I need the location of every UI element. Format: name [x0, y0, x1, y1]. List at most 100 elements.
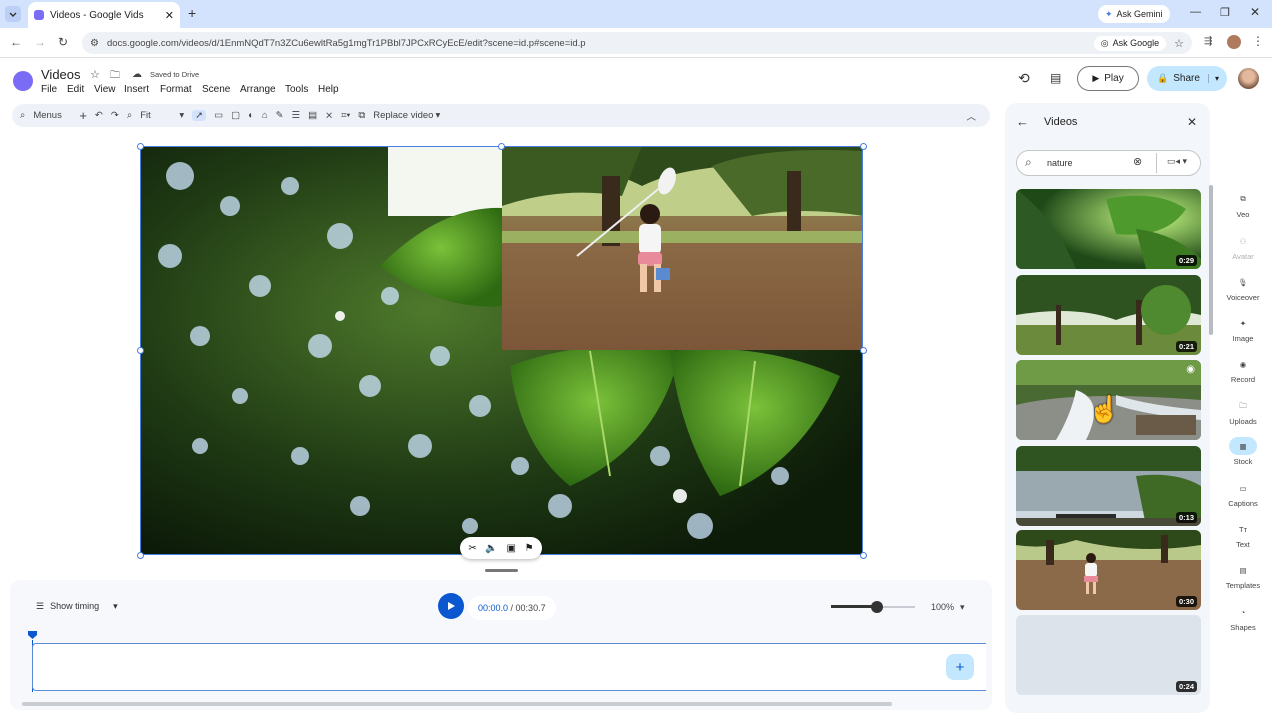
back-arrow-icon[interactable]: ← [1016, 114, 1029, 129]
search-menus-label[interactable]: Menus [33, 110, 71, 121]
close-window-icon[interactable]: ✕ [1250, 5, 1260, 19]
forward-icon[interactable]: → [34, 35, 46, 49]
comments-icon[interactable]: ▤ [1050, 71, 1061, 85]
rail-templates[interactable]: ▤ Templates [1218, 561, 1268, 591]
rail-record[interactable]: ◉ Record [1218, 355, 1268, 385]
zoom-percent-select[interactable]: 100% ▾ [931, 602, 965, 613]
trim-icon[interactable]: ✂ [468, 543, 476, 554]
menu-format[interactable]: Format [160, 84, 192, 95]
preview-eye-icon[interactable]: ◉ [1186, 364, 1195, 375]
rail-captions[interactable]: ▭ Captions [1218, 479, 1268, 509]
video-filter-icon[interactable]: ▭◂ ▾ [1167, 156, 1187, 167]
resize-handle-bl[interactable] [137, 552, 144, 559]
browser-menu-icon[interactable]: ⋮ [1252, 34, 1264, 48]
clear-format-icon[interactable]: ⨯ [325, 110, 333, 121]
site-info-icon[interactable]: ⚙ [90, 38, 99, 49]
profile-avatar[interactable] [1227, 35, 1241, 49]
undo-icon[interactable]: ↶ [95, 110, 103, 121]
resize-handle-tl[interactable] [137, 143, 144, 150]
resize-handle-top[interactable] [498, 143, 505, 150]
close-tab-icon[interactable]: ✕ [165, 9, 174, 22]
panel-scrollbar[interactable] [1209, 185, 1213, 335]
video-thumbnail[interactable]: 0:21 [1016, 275, 1201, 355]
volume-icon[interactable]: 🔈 [485, 543, 497, 554]
rail-uploads[interactable]: 🗀 Uploads [1218, 397, 1268, 427]
rail-image[interactable]: ✦ Image [1218, 314, 1268, 344]
bookmark-star-icon[interactable]: ☆ [1174, 37, 1184, 50]
resize-handle-right[interactable] [860, 347, 867, 354]
back-icon[interactable]: ← [10, 35, 22, 49]
cast-icon[interactable]: ⇶ [1204, 36, 1212, 47]
resize-handle-br[interactable] [860, 552, 867, 559]
tab-search-icon[interactable] [5, 6, 21, 22]
menu-arrange[interactable]: Arrange [240, 84, 276, 95]
resize-handle-tr[interactable] [860, 143, 867, 150]
redo-icon[interactable]: ↷ [111, 110, 119, 121]
video-thumbnail[interactable]: 0:13 [1016, 446, 1201, 526]
playhead-marker-icon[interactable] [28, 631, 37, 640]
collapse-toolbar-icon[interactable]: ︿ [966, 109, 976, 123]
play-button[interactable]: ▶ Play [1077, 66, 1139, 91]
rail-avatar[interactable]: ⚇ Avatar [1218, 232, 1268, 262]
omnibox[interactable]: ⚙ docs.google.com/videos/d/1EnmNQdT7n3ZC… [82, 32, 1192, 54]
zoom-icon[interactable]: ⌕ [127, 110, 132, 121]
menu-view[interactable]: View [94, 84, 116, 95]
horizontal-scrollbar[interactable] [22, 702, 892, 706]
add-comment-icon[interactable]: ▭ [214, 110, 223, 121]
vids-logo[interactable] [13, 71, 33, 91]
menu-file[interactable]: File [41, 84, 57, 95]
maximize-icon[interactable]: ❐ [1220, 6, 1230, 19]
version-history-icon[interactable]: ⟲ [1018, 70, 1030, 87]
shape-tool-icon[interactable]: ◐ [248, 110, 254, 121]
replace-image-icon[interactable]: ⧉ [358, 110, 365, 121]
timeline-track[interactable] [32, 643, 986, 691]
new-tab-icon[interactable]: + [188, 5, 196, 21]
user-avatar[interactable] [1238, 68, 1259, 89]
add-scene-button[interactable]: + [946, 654, 974, 680]
share-dropdown-icon[interactable]: ▾ [1207, 74, 1219, 83]
menu-tools[interactable]: Tools [285, 84, 308, 95]
rail-text[interactable]: Tт Text [1218, 520, 1268, 550]
menu-scene[interactable]: Scene [202, 84, 230, 95]
image-tool-icon[interactable]: ▢ [231, 110, 240, 121]
video-thumbnail[interactable]: 0:30 [1016, 530, 1201, 610]
video-thumbnail[interactable]: ◉ ☝ [1016, 360, 1201, 440]
replace-video-button[interactable]: Replace video ▾ [373, 110, 440, 121]
rail-stock[interactable]: ▦ Stock [1218, 437, 1268, 466]
video-thumbnail[interactable]: 0:24 [1016, 615, 1201, 695]
add-icon[interactable]: + [79, 108, 87, 123]
resize-handle-left[interactable] [137, 347, 144, 354]
rail-veo[interactable]: ⧉ Veo [1218, 190, 1268, 219]
paint-format-icon[interactable]: ⌂ [262, 110, 268, 121]
browser-tab[interactable]: Videos - Google Vids ✕ [28, 2, 180, 28]
show-timing-button[interactable]: ☰ Show timing ▾ [32, 596, 128, 616]
border-dash-icon[interactable]: ▤ [308, 110, 317, 121]
menu-help[interactable]: Help [318, 84, 339, 95]
clear-search-icon[interactable]: ⊗ [1133, 155, 1142, 168]
search-input[interactable]: nature [1047, 158, 1073, 168]
video-thumbnail[interactable]: 0:29 [1016, 189, 1201, 269]
timeline-play-button[interactable] [438, 593, 464, 619]
close-panel-icon[interactable]: ✕ [1187, 115, 1197, 129]
rail-voiceover[interactable]: 🎙 Voiceover [1218, 273, 1268, 303]
selection-frame[interactable] [140, 146, 863, 555]
move-folder-icon[interactable]: 🗀 [110, 68, 120, 85]
zoom-select[interactable]: Fit ▾ [140, 110, 184, 121]
ask-gemini-button[interactable]: ✦ Ask Gemini [1098, 5, 1170, 23]
ask-google-button[interactable]: ◎ Ask Google [1093, 35, 1167, 51]
select-cursor-icon[interactable]: ➚ [192, 110, 207, 121]
border-weight-icon[interactable]: ☰ [292, 110, 301, 121]
pen-icon[interactable]: ✎ [276, 110, 284, 121]
document-title[interactable]: Videos [41, 67, 81, 82]
crop-media-icon[interactable]: ▣ [507, 543, 516, 554]
timeline-drag-handle[interactable] [485, 569, 518, 572]
more-options-icon[interactable]: ⚑ [525, 543, 534, 554]
share-button[interactable]: 🔒 Share ▾ [1147, 66, 1227, 91]
search-menus-icon[interactable]: ⌕ [20, 110, 25, 121]
minimize-icon[interactable]: — [1190, 6, 1201, 18]
reload-icon[interactable]: ↻ [58, 35, 68, 49]
menu-edit[interactable]: Edit [67, 84, 84, 95]
star-icon[interactable]: ☆ [90, 68, 100, 81]
crop-icon[interactable]: ⌗▾ [341, 110, 350, 121]
rail-shapes[interactable]: ◔ Shapes [1218, 603, 1268, 633]
